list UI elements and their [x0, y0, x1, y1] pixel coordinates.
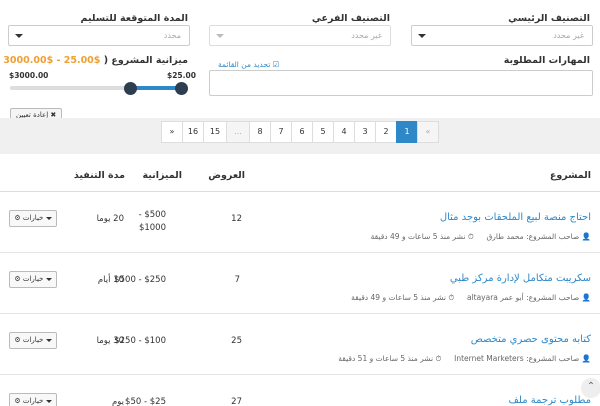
options-label: خيارات — [22, 336, 44, 344]
project-meta: 👤 صاحب المشروع: Internet Marketers ⏱ نشر… — [338, 354, 591, 364]
budget-line-1: $500 - — [138, 210, 166, 220]
page-2[interactable]: 2 — [375, 121, 397, 143]
table-row: كتابه محتوى حصري متخصص 👤 صاحب المشروع: I… — [0, 314, 600, 375]
duration-cell: يوم — [111, 397, 124, 406]
duration-cell: 10 أيام — [97, 275, 124, 285]
page-3[interactable]: 3 — [354, 121, 376, 143]
skills-input[interactable] — [209, 70, 593, 96]
main-category-select[interactable]: غير محدد — [411, 25, 593, 46]
page-5[interactable]: 5 — [312, 121, 334, 143]
budget-cell: $25 - $50 — [125, 397, 166, 406]
project-title-link[interactable]: احتاج منصة لبيع الملحقات بوجد مثال — [440, 212, 591, 223]
page-4[interactable]: 4 — [333, 121, 355, 143]
project-meta: 👤 صاحب المشروع: محمد طارق ⏱ نشر منذ 5 سا… — [371, 232, 591, 242]
budget-slider-fill — [131, 86, 181, 90]
project-title-link[interactable]: كتابه محتوى حصري متخصص — [471, 334, 591, 345]
scroll-to-top-button[interactable]: ⌃ — [581, 378, 600, 398]
main-category-placeholder: غير محدد — [553, 31, 584, 40]
budget-cell: $500 - $1000 — [139, 209, 166, 235]
page-next[interactable]: » — [161, 121, 183, 143]
delivery-select[interactable]: محدد — [8, 25, 190, 46]
owner-name[interactable]: محمد طارق — [486, 232, 523, 241]
user-icon: 👤 — [581, 232, 591, 241]
pagination: » 16 15 ... 8 7 6 5 4 3 2 1 « — [161, 121, 439, 143]
caret-down-icon — [45, 216, 52, 220]
project-title-link[interactable]: سكريبت متكامل لإدارة مركز طبي — [450, 273, 591, 284]
select-from-list-link[interactable]: ☑ تحديد من القائمة — [218, 60, 279, 69]
post-time: نشر منذ 5 ساعات و 49 دقيقة — [370, 232, 466, 241]
options-label: خيارات — [22, 275, 44, 283]
options-label: خيارات — [22, 397, 44, 405]
chevron-down-icon — [418, 34, 426, 38]
header-project: المشروع — [549, 170, 591, 181]
owner-prefix: صاحب المشروع: — [526, 354, 580, 363]
header-budget: الميزانية — [142, 170, 182, 181]
post-time: نشر منذ 5 ساعات و 51 دقيقة — [338, 354, 434, 363]
offers-cell: 27 — [231, 397, 242, 406]
table-header: المشروع العروض الميزانية مدة التنفيذ — [0, 154, 600, 192]
budget-max-label: $3000.00 — [9, 71, 49, 80]
budget-label-text: ميزانية المشروع ( — [103, 55, 188, 66]
clock-icon: ⏱ — [448, 293, 455, 302]
page-7[interactable]: 7 — [270, 121, 292, 143]
options-button[interactable]: خيارات ⚙ — [9, 393, 57, 406]
budget-range-text: $25.00 - $3000.00 — [3, 55, 101, 66]
page-1[interactable]: 1 — [396, 121, 418, 143]
sub-category-select[interactable]: غير محدد — [209, 25, 391, 46]
sub-category-placeholder: غير محدد — [351, 31, 382, 40]
offers-cell: 7 — [234, 275, 240, 285]
table-row: احتاج منصة لبيع الملحقات بوجد مثال 👤 صاح… — [0, 192, 600, 253]
owner-prefix: صاحب المشروع: — [526, 293, 580, 302]
offers-cell: 25 — [231, 336, 242, 346]
page-8[interactable]: 8 — [249, 121, 271, 143]
budget-slider-handle-max[interactable] — [124, 82, 137, 95]
options-label: خيارات — [22, 214, 44, 222]
gear-icon: ⚙ — [14, 275, 21, 283]
page-15[interactable]: 15 — [203, 121, 227, 143]
main-category-label: التصنيف الرئيسي — [508, 13, 590, 24]
budget-min-label: $25.00 — [167, 71, 196, 80]
project-title-link[interactable]: مطلوب ترجمة ملف — [509, 395, 591, 406]
offers-cell: 12 — [231, 214, 242, 224]
duration-cell: 20 يوما — [96, 214, 124, 224]
page-prev: « — [417, 121, 439, 143]
project-meta: 👤 صاحب المشروع: أبو عمر altayara ⏱ نشر م… — [351, 293, 591, 303]
table-row: سكريبت متكامل لإدارة مركز طبي 👤 صاحب الم… — [0, 253, 600, 314]
caret-down-icon — [45, 338, 52, 342]
header-offers: العروض — [208, 170, 245, 181]
budget-line-2: $1000 — [138, 223, 166, 233]
caret-down-icon — [45, 277, 52, 281]
budget-label: ميزانية المشروع ( $25.00 - $3000.00 ) — [0, 55, 188, 66]
owner-name[interactable]: أبو عمر altayara — [467, 293, 524, 302]
delivery-label: المدة المتوقعة للتسليم — [80, 13, 188, 24]
post-time: نشر منذ 5 ساعات و 49 دقيقة — [351, 293, 446, 302]
options-button[interactable]: خيارات ⚙ — [9, 210, 57, 227]
duration-cell: 30 يوما — [96, 336, 124, 346]
budget-slider-handle-min[interactable] — [175, 82, 188, 95]
table-row: مطلوب ترجمة ملف 27 $25 - $50 يوم خيارات … — [0, 375, 600, 406]
user-icon: 👤 — [581, 354, 591, 363]
options-button[interactable]: خيارات ⚙ — [9, 271, 57, 288]
page-6[interactable]: 6 — [291, 121, 313, 143]
owner-prefix: صاحب المشروع: — [526, 232, 580, 241]
chevron-down-icon — [15, 34, 23, 38]
sub-category-label: التصنيف الفرعي — [311, 13, 390, 24]
gear-icon: ⚙ — [14, 336, 21, 344]
clock-icon: ⏱ — [435, 354, 442, 363]
options-button[interactable]: خيارات ⚙ — [9, 332, 57, 349]
owner-name[interactable]: Internet Marketers — [454, 354, 524, 363]
header-duration: مدة التنفيذ — [73, 170, 125, 181]
filters-panel: التصنيف الرئيسي غير محدد التصنيف الفرعي … — [0, 0, 600, 123]
page-16[interactable]: 16 — [182, 121, 204, 143]
clock-icon: ⏱ — [467, 232, 474, 241]
skills-label: المهارات المطلوبة — [503, 55, 590, 66]
caret-down-icon — [45, 399, 52, 403]
delivery-placeholder: محدد — [163, 31, 181, 40]
gear-icon: ⚙ — [14, 214, 21, 222]
page-ellipsis: ... — [226, 121, 250, 143]
user-icon: 👤 — [581, 293, 591, 302]
chevron-down-icon — [216, 34, 224, 38]
chevron-up-icon: ⌃ — [586, 381, 596, 392]
gear-icon: ⚙ — [14, 397, 21, 405]
